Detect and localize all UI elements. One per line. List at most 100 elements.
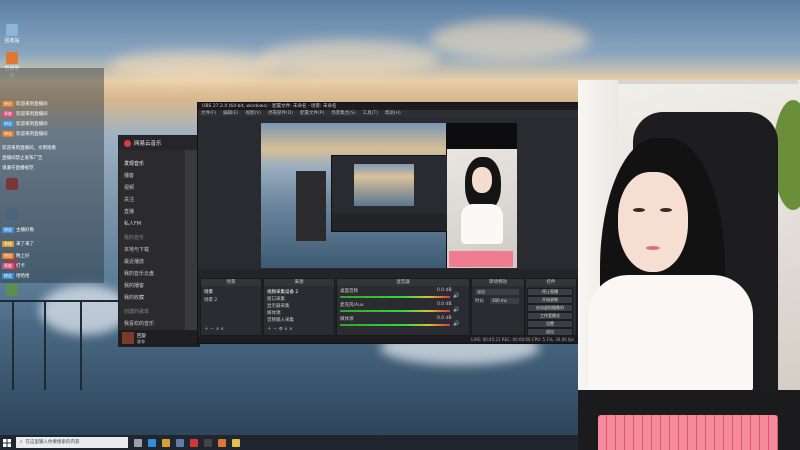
music-now-playing[interactable]: 回旋 霍尊	[119, 330, 199, 346]
windows-logo-icon	[3, 438, 11, 447]
obs-window[interactable]: OBS 27.2.4 (64-bit, windows) - 配置文件: 未命名…	[197, 102, 579, 344]
virtual-camera-button[interactable]: 启动虚拟摄像机	[527, 304, 573, 312]
chat-badge: 贵族	[2, 241, 14, 247]
music-menu-cloud[interactable]: 我的音乐云盘	[124, 270, 154, 277]
chat-text: 直播间禁止发布广告	[2, 156, 43, 161]
gear-icon[interactable]: ⚙	[279, 327, 283, 332]
chat-message: 贵族 欢迎来到直播间	[2, 110, 48, 118]
folder-icon[interactable]	[232, 438, 240, 447]
music-app-title: 网易云音乐	[134, 141, 162, 147]
music-menu-discover[interactable]: 发现音乐	[124, 160, 144, 167]
settings-button[interactable]: 设置	[527, 320, 573, 328]
chat-message: 粉丝 欢迎来到直播间	[2, 100, 48, 108]
source-item[interactable]: 显示器采集	[267, 303, 290, 309]
source-item[interactable]: 音频输入采集	[267, 317, 294, 323]
taskview-icon[interactable]	[134, 438, 142, 447]
wallpaper-cloud	[110, 50, 280, 80]
up-icon[interactable]: ∧	[216, 327, 219, 332]
netease-logo-icon	[124, 139, 131, 147]
desktop-icon[interactable]	[3, 284, 21, 297]
chat-message: 直播间禁止发布广告	[2, 154, 43, 162]
scene-item[interactable]: 场景 2	[204, 297, 217, 303]
source-toolbar: ＋ － ⚙ ∧ ∨	[267, 326, 292, 332]
up-icon[interactable]: ∧	[284, 327, 287, 332]
down-icon[interactable]: ∨	[221, 327, 224, 332]
source-item[interactable]: 窗口采集	[267, 296, 285, 302]
start-button[interactable]	[0, 435, 14, 450]
webcam-eye	[633, 208, 645, 212]
source-item[interactable]: 视频采集设备 2	[267, 289, 298, 295]
chat-badge: 粉丝	[2, 253, 14, 259]
desktop-icon[interactable]: 回收站	[3, 24, 21, 44]
speaker-icon[interactable]: 🔊	[453, 321, 459, 327]
music-menu-podcast[interactable]: 播客	[124, 172, 134, 179]
chat-message: 粉丝 哈哈哈	[2, 272, 30, 280]
preview-keyboard	[449, 251, 513, 267]
obs-mixer-dock[interactable]: 混音器 桌面音频 0.0 dB 🔊 麦克风/Aux 0.0 dB 🔊 媒体源 0…	[336, 278, 470, 336]
chat-badge: 粉丝	[2, 131, 14, 137]
add-icon[interactable]: ＋	[204, 327, 209, 332]
music-menu-local[interactable]: 本地与下载	[124, 246, 149, 253]
speaker-icon[interactable]: 🔊	[453, 307, 459, 313]
start-recording-button[interactable]: 开始录制	[527, 296, 573, 304]
taskbar-search-box[interactable]: ⌕ 在这里输入你要搜索的内容	[16, 437, 128, 448]
obs-menu-edit[interactable]: 编辑(E)	[223, 110, 238, 117]
obs-menu-profile[interactable]: 配置文件(P)	[300, 110, 324, 117]
obs-scenes-dock[interactable]: 场景 场景 场景 2 ＋ － ∧ ∨	[200, 278, 262, 336]
speaker-icon[interactable]: 🔊	[453, 293, 459, 299]
music-app-window[interactable]: 网易云音乐 发现音乐 播客 视频 关注 直播 私人FM 我的音乐 本地与下载 最…	[118, 135, 200, 347]
wallpaper-railing	[12, 300, 14, 390]
stop-streaming-button-main[interactable]: 停止直播	[527, 288, 573, 296]
obs-menu-scene-collection[interactable]: 场景集合(S)	[331, 110, 355, 117]
chat-message: 粉丝 欢迎来到直播间	[2, 120, 48, 128]
obs-menu-docks[interactable]: 停靠部件(D)	[268, 110, 293, 117]
music-menu-live[interactable]: 直播	[124, 208, 134, 215]
chat-badge: 粉丝	[2, 273, 14, 279]
exit-button[interactable]: 退出	[527, 328, 573, 336]
obs-transitions-dock[interactable]: 转场特效 淡出 时长 300 ms	[471, 278, 525, 336]
chat-message: 粉丝 晚上好	[2, 252, 30, 260]
obs-sources-dock[interactable]: 来源 视频采集设备 2 窗口采集 显示器采集 媒体源 音频输入采集 ＋ － ⚙ …	[263, 278, 335, 336]
chat-badge: 粉丝	[2, 101, 14, 107]
duration-input[interactable]: 300 ms	[490, 298, 519, 304]
remove-icon[interactable]: －	[273, 327, 278, 332]
obs-menu-file[interactable]: 文件(F)	[201, 110, 216, 117]
add-icon[interactable]: ＋	[267, 327, 272, 332]
chat-text: 主播好看	[16, 228, 34, 233]
music-menu-recent[interactable]: 最近播放	[124, 258, 144, 265]
obs-menu-view[interactable]: 视图(V)	[245, 110, 261, 117]
chat-text: 欢迎来到直播间	[16, 122, 48, 127]
netease-music-icon[interactable]	[190, 438, 198, 447]
wallpaper-railing	[80, 300, 82, 390]
music-menu-fm[interactable]: 私人FM	[124, 220, 141, 227]
wallpaper-cloud	[260, 40, 440, 75]
wallpaper-railing	[44, 300, 46, 390]
steam-icon[interactable]	[176, 438, 184, 447]
obs-icon[interactable]	[204, 438, 212, 447]
obs-title-bar: OBS 27.2.4 (64-bit, windows) - 配置文件: 未命名…	[198, 103, 578, 110]
preview-nested-canvas	[354, 164, 414, 206]
obs-menu-help[interactable]: 帮助(H)	[385, 110, 401, 117]
preview-nested-music	[296, 171, 326, 241]
live-icon[interactable]	[218, 438, 226, 447]
remove-icon[interactable]: －	[210, 327, 215, 332]
music-menu-follow[interactable]: 关注	[124, 196, 134, 203]
music-menu-collection[interactable]: 我的收藏	[124, 294, 144, 301]
music-menu-my-podcast[interactable]: 我的播客	[124, 282, 144, 289]
webcam-eye	[660, 208, 672, 212]
scene-item[interactable]: 场景	[204, 289, 213, 295]
studio-mode-button[interactable]: 工作室模式	[527, 312, 573, 320]
obs-preview[interactable]	[261, 123, 517, 268]
music-menu-video[interactable]: 视频	[124, 184, 134, 191]
search-icon: ⌕	[20, 440, 23, 445]
transition-select[interactable]: 淡出	[475, 289, 519, 295]
down-icon[interactable]: ∨	[289, 327, 292, 332]
chat-message: 贵族 来了来了	[2, 240, 34, 248]
music-menu-liked[interactable]: 我喜欢的音乐	[124, 320, 154, 327]
preview-webcam	[447, 149, 517, 268]
chrome-icon[interactable]	[162, 438, 170, 447]
source-item[interactable]: 媒体源	[267, 310, 281, 316]
live-assistant-icon	[6, 52, 18, 64]
edge-icon[interactable]	[148, 438, 156, 447]
obs-menu-tools[interactable]: 工具(T)	[363, 110, 378, 117]
